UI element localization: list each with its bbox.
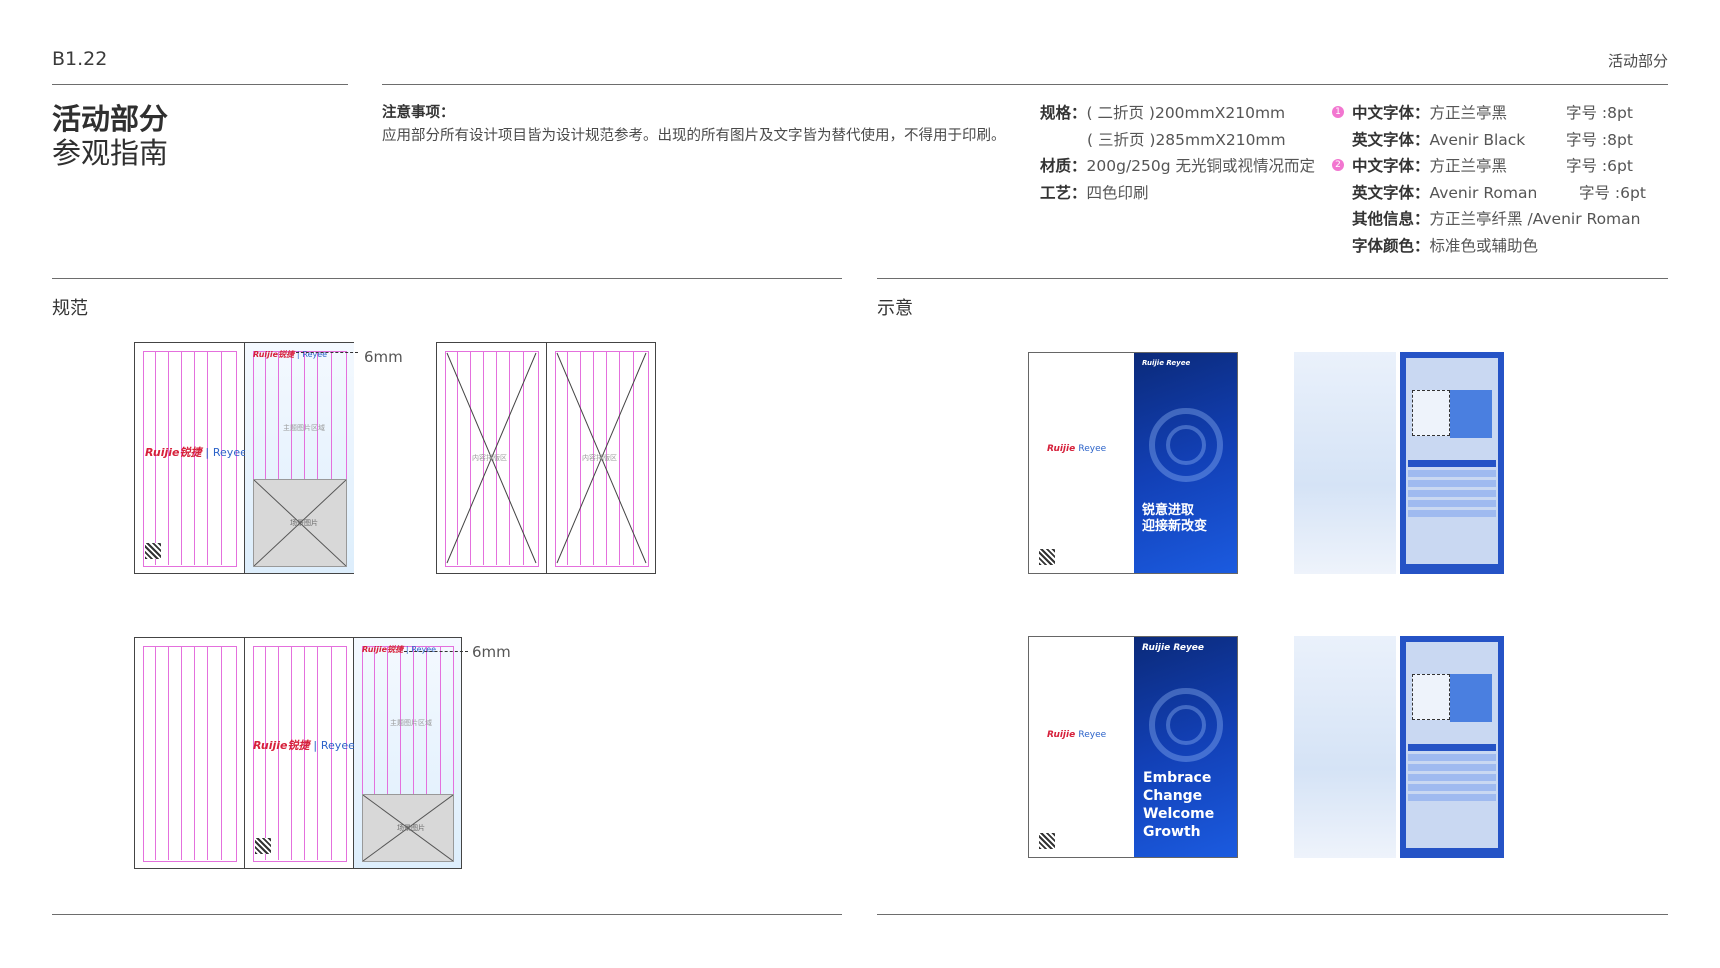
notice-block: 注意事项： 应用部分所有设计项目皆为设计规范参考。出现的所有图片及文字皆为替代使… — [382, 102, 1012, 148]
mockup-cover-cn: Ruijie Reyee 锐意进取 迎接新改变 Ruijie Reyee — [1028, 352, 1238, 574]
margin-label: 6mm — [472, 643, 511, 661]
font-row: 英文字体：Avenir Roman 字号 :6pt — [1352, 183, 1646, 202]
font-spec-block: 1 中文字体：方正兰亭黑 字号 :8pt 英文字体：Avenir Black 字… — [1332, 100, 1646, 259]
font-row: 2 中文字体：方正兰亭黑 字号 :6pt — [1332, 153, 1640, 180]
qr-code-icon — [255, 838, 271, 854]
cover-title: 锐意进取 迎接新改变 — [1142, 503, 1208, 534]
divider — [52, 84, 348, 85]
image-placeholder: 场景图片 — [253, 479, 347, 567]
brand-logo: Ruijie锐捷 | Reyee — [253, 739, 355, 752]
spec-bifold-inner: 内容排版区 内容排版区 — [436, 342, 656, 574]
spec-block: 规格：( 二折页 )200mmX210mm ( 三折页 )285mmX210mm… — [1040, 104, 1316, 202]
sample-section-label: 示意 — [877, 298, 913, 319]
image-placeholder: 场景图片 — [362, 794, 454, 862]
badge-2: 2 — [1332, 159, 1344, 171]
mockup-inner-1 — [1294, 352, 1504, 574]
divider — [877, 278, 1668, 279]
divider — [382, 84, 1668, 85]
mockup-inner-2 — [1294, 636, 1504, 858]
margin-label: 6mm — [364, 348, 403, 366]
divider — [52, 278, 842, 279]
brand-logo: Ruijie Reyee — [1142, 359, 1191, 367]
brand-logo: Ruijie Reyee — [1142, 643, 1205, 653]
qr-code-icon — [1039, 833, 1055, 849]
divider — [52, 914, 842, 915]
brand-logo: Ruijie锐捷 | Reyee — [145, 446, 247, 459]
brand-logo: Ruijie Reyee — [1047, 730, 1107, 740]
spec-bifold-outer: Ruijie锐捷 | Reyee Ruijie锐捷 | Reyee 主题图片区域… — [134, 342, 354, 574]
page-title: 活动部分 参观指南 — [52, 102, 169, 170]
section-name: 活动部分 — [1607, 52, 1668, 70]
brand-logo: Ruijie Reyee — [1047, 444, 1107, 454]
spec-trifold-outer: Ruijie锐捷 | Reyee Ruijie锐捷 | Reyee 主题图片区域… — [134, 637, 462, 869]
font-row: 字体颜色：标准色或辅助色 — [1352, 236, 1539, 255]
qr-code-icon — [145, 543, 161, 559]
page-code: B1.22 — [52, 48, 108, 70]
brand-logo: Ruijie锐捷 | Reyee — [362, 645, 437, 654]
badge-1: 1 — [1332, 106, 1344, 118]
font-row: 其他信息：方正兰亭纤黑 /Avenir Roman — [1352, 210, 1641, 228]
font-row: 英文字体：Avenir Black 字号 :8pt — [1352, 130, 1633, 149]
qr-code-icon — [1039, 549, 1055, 565]
divider — [877, 914, 1668, 915]
brand-logo: Ruijie锐捷 | Reyee — [253, 350, 328, 359]
mockup-cover-en: Ruijie Reyee Ruijie Reyee Embrace Change … — [1028, 636, 1238, 858]
spec-section-label: 规范 — [52, 298, 88, 319]
notice-heading: 注意事项： — [382, 105, 455, 121]
font-row: 1 中文字体：方正兰亭黑 字号 :8pt — [1332, 100, 1640, 127]
cover-title: Embrace Change Welcome Growth — [1143, 770, 1215, 840]
notice-body: 应用部分所有设计项目皆为设计规范参考。出现的所有图片及文字皆为替代使用，不得用于… — [382, 128, 1006, 144]
